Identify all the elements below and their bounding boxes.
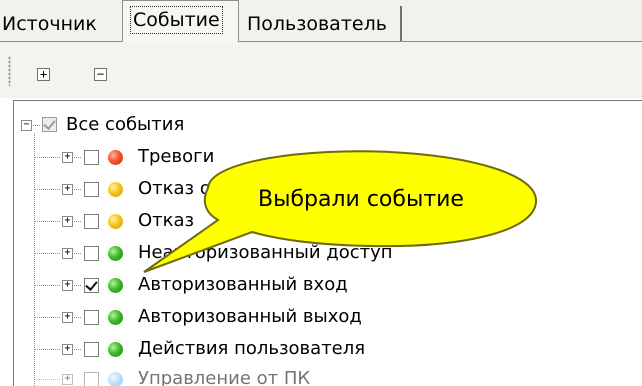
status-yellow-icon [108,214,123,229]
tree-connector-line [35,253,61,254]
tab-event-label: Событие [130,6,223,34]
expand-toggle-icon[interactable]: + [62,248,73,259]
tree-root-label: Все события [66,114,185,135]
tab-bar: Источник Пользователь Событие [0,0,642,42]
tree-connector-line [74,221,82,222]
tree-connector-line [74,317,82,318]
toolbar: + − [0,42,642,98]
tree-connector-line [74,253,82,254]
event-checkbox-checked[interactable] [84,278,99,293]
tree-root-row[interactable]: − Все события [14,113,642,145]
all-events-checkbox[interactable] [42,117,57,132]
expand-toggle-icon[interactable]: + [62,216,73,227]
expand-toggle-icon[interactable]: + [62,312,73,323]
tree-item-label: Управление от ПК [138,368,311,386]
tree-connector-line [74,157,82,158]
plus-icon: + [39,67,48,81]
event-checkbox[interactable] [84,182,99,197]
tree-item-user-actions[interactable]: + Действия пользователя [14,337,642,369]
event-filter-panel: Источник Пользователь Событие + − − Все … [0,0,642,386]
callout-text: Выбрали событие [258,187,464,212]
tree-connector-line [74,285,82,286]
collapse-toggle-icon[interactable]: − [21,120,32,131]
tab-source-label: Источник [2,13,97,35]
expand-all-button[interactable]: + [37,68,50,81]
tree-connector-line [74,189,82,190]
tab-user[interactable]: Пользователь [239,6,402,42]
tree-item-label: Действия пользователя [138,338,366,359]
expand-toggle-icon[interactable]: + [62,152,73,163]
tree-item-pc-control[interactable]: + Управление от ПК [14,367,642,386]
status-green-icon [108,278,123,293]
status-green-icon [108,246,123,261]
status-green-icon [108,342,123,357]
status-green-icon [108,310,123,325]
event-checkbox[interactable] [84,372,99,386]
tree-connector-line [35,317,61,318]
expand-toggle-icon[interactable]: + [62,374,73,385]
event-checkbox[interactable] [84,310,99,325]
tree-connector-line [35,157,61,158]
event-checkbox[interactable] [84,342,99,357]
tree-connector-line [35,349,61,350]
event-checkbox[interactable] [84,214,99,229]
tree-connector-line [35,379,61,380]
tree-connector-line [35,189,61,190]
event-checkbox[interactable] [84,150,99,165]
toolbar-grip-icon[interactable] [8,56,11,86]
expand-toggle-icon[interactable]: + [62,344,73,355]
tree-connector-line [74,349,82,350]
collapse-all-button[interactable]: − [94,68,107,81]
minus-icon: − [96,67,105,81]
tab-source[interactable]: Источник [0,6,122,42]
tree-connector-line [35,285,61,286]
status-red-icon [108,150,123,165]
status-yellow-icon [108,182,123,197]
tree-connector-line [35,221,61,222]
tree-item-authorized-exit[interactable]: + Авторизованный выход [14,305,642,337]
expand-toggle-icon[interactable]: + [62,280,73,291]
callout-bubble [143,150,538,273]
tree-item-label: Авторизованный выход [138,306,362,327]
tree-connector-line [33,125,41,126]
tab-event[interactable]: Событие [122,0,239,42]
status-blue-icon [108,372,123,386]
event-checkbox[interactable] [84,246,99,261]
tab-user-label: Пользователь [247,13,387,35]
expand-toggle-icon[interactable]: + [62,184,73,195]
